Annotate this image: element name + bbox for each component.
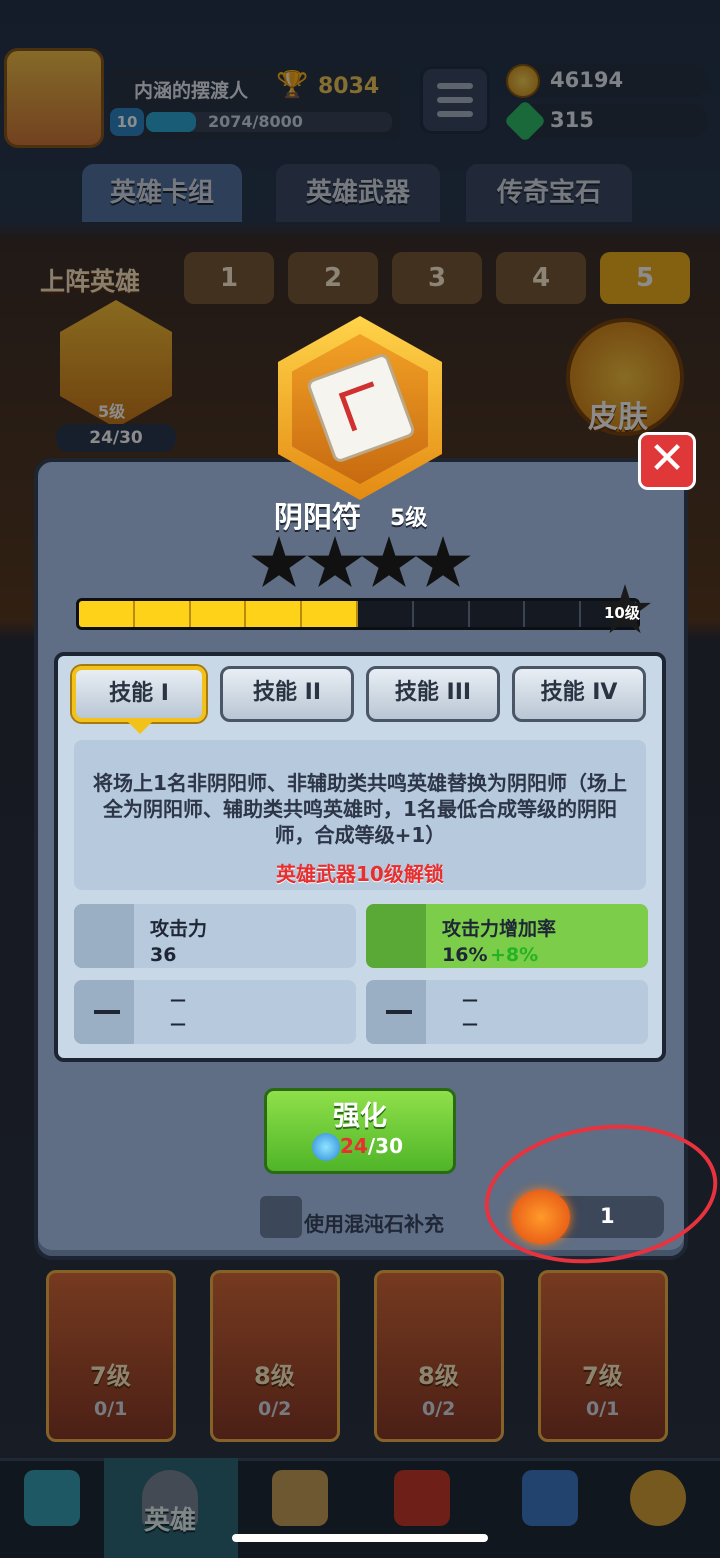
stat-empty-value: — [462,1014,478,1033]
chaos-stone-label: 使用混沌石补充 [304,1212,444,1236]
max-level-label: 10级 [604,604,640,622]
upgrade-cost-have: 24 [340,1134,368,1158]
stat-attack-rate-value: 16% [442,944,488,966]
progress-segment [470,601,526,627]
stat-attack-value: 36 [150,944,177,966]
weapon-level-progress-bar [76,598,640,630]
progress-segment [134,601,191,627]
shard-orb-icon [312,1133,340,1161]
stat-empty-value: — [170,1014,186,1033]
upgrade-cost: 24/30 [340,1134,403,1158]
tab-skill-3[interactable]: 技能 III [366,666,500,722]
empty-icon-dash [386,1010,412,1014]
close-button[interactable]: ✕ [638,432,696,490]
skill-description: 将场上1名非阴阳师、非辅助类共鸣英雄替换为阴阳师（场上全为阴阳师、辅助类共鸣英雄… [93,771,627,847]
stat-empty-name: — [170,990,186,1009]
stat-attack-rate-bonus: +8% [490,944,539,966]
home-indicator[interactable] [232,1534,488,1542]
tab-skill-4[interactable]: 技能 IV [512,666,646,722]
progress-segment [79,601,135,627]
empty-icon-dash [94,1010,120,1014]
active-skill-pointer [128,722,152,734]
progress-segment [414,601,470,627]
tab-skill-2[interactable]: 技能 II [220,666,354,722]
progress-segment [302,601,358,627]
progress-segment [358,601,414,627]
tab-skill-1[interactable]: 技能 I [72,666,206,722]
expand-arrows-icon [366,904,426,968]
progress-segment [190,601,247,627]
weapon-name: 阴阳符 [274,500,362,534]
stat-attack-name: 攻击力 [150,918,208,940]
weapon-level: 5级 [390,506,428,531]
stat-empty-name: — [462,990,478,1009]
unlock-note: 英雄武器10级解锁 [276,862,444,886]
progress-segment [525,601,582,627]
stat-attack-rate-name: 攻击力增加率 [442,918,557,940]
upgrade-cost-need: /30 [367,1134,403,1158]
chaos-stone-checkbox[interactable] [260,1196,302,1238]
upgrade-label: 强化 [333,1101,387,1132]
progress-segment [246,601,303,627]
sword-icon [74,904,134,968]
